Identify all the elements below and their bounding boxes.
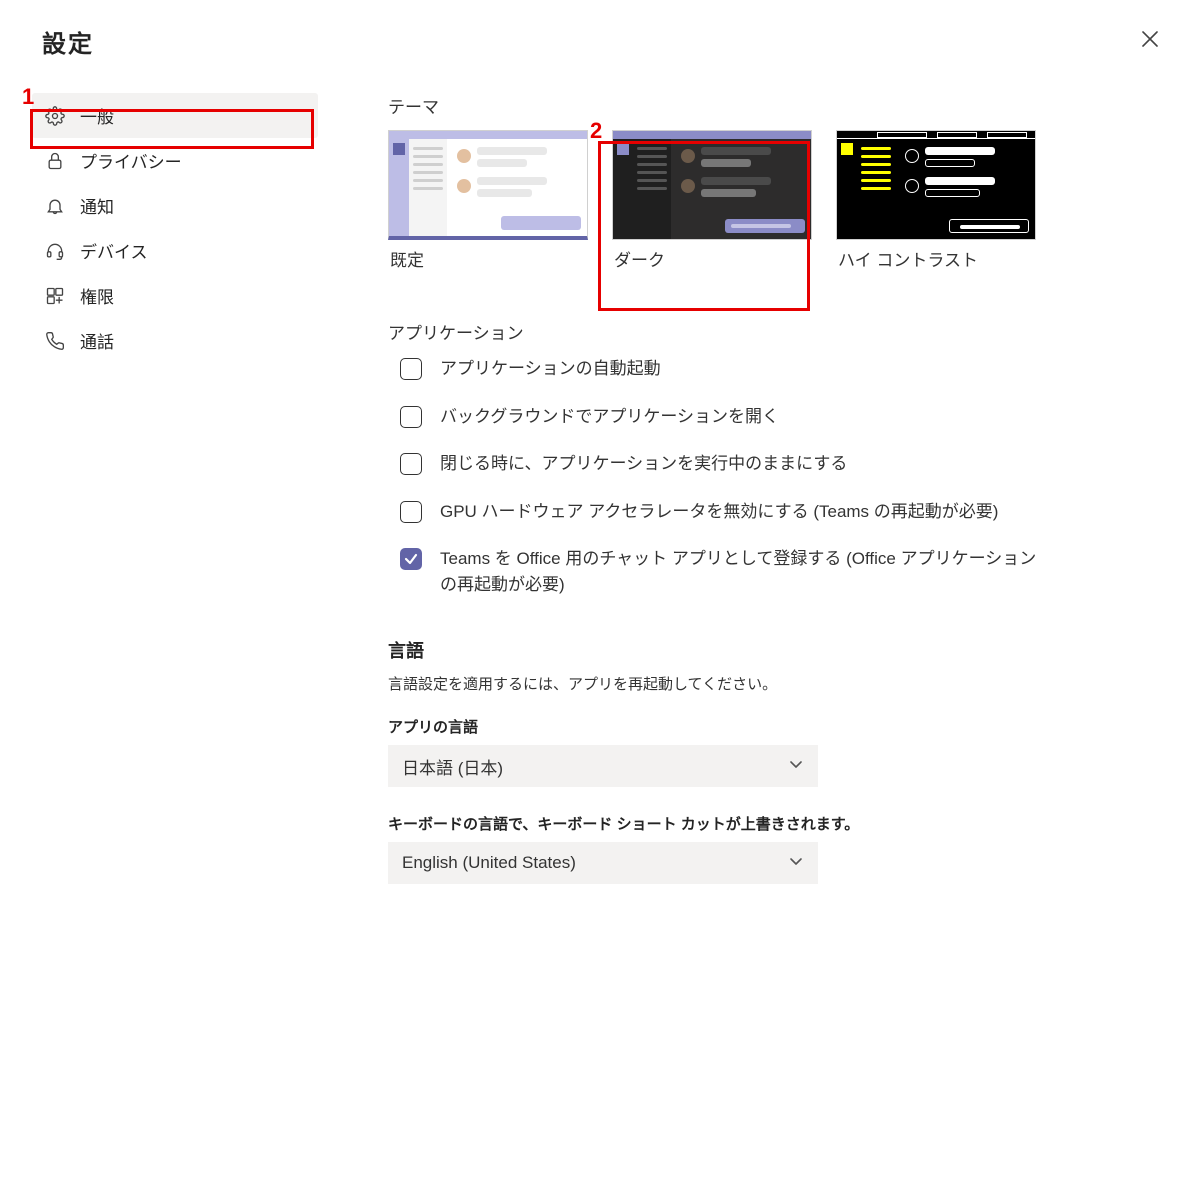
apps-icon (44, 285, 66, 307)
app-language-select[interactable]: 日本語 (日本) (388, 745, 818, 787)
checkbox-auto-start[interactable] (400, 358, 422, 380)
lock-icon (44, 150, 66, 172)
sidebar-item-general[interactable]: 一般 (32, 93, 318, 138)
sidebar-item-privacy[interactable]: プライバシー (32, 138, 318, 183)
sidebar-item-label: デバイス (80, 238, 148, 263)
theme-option-dark[interactable]: ダーク (612, 130, 812, 271)
checkbox-label: アプリケーションの自動起動 (440, 356, 661, 382)
select-value: English (United States) (402, 853, 576, 873)
application-heading: アプリケーション (388, 319, 1158, 344)
gear-icon (44, 105, 66, 127)
theme-label: 既定 (388, 240, 588, 271)
checkbox-register-office-chat[interactable] (400, 548, 422, 570)
language-heading: 言語 (388, 637, 1158, 663)
checkbox-open-in-background[interactable] (400, 406, 422, 428)
theme-option-high-contrast[interactable]: ハイ コントラスト (836, 130, 1036, 271)
theme-label: ハイ コントラスト (836, 240, 1036, 271)
headset-icon (44, 240, 66, 262)
close-button[interactable] (1136, 28, 1164, 56)
checkbox-label: 閉じる時に、アプリケーションを実行中のままにする (440, 451, 847, 477)
checkbox-label: Teams を Office 用のチャット アプリとして登録する (Office… (440, 546, 1040, 597)
close-icon (1141, 30, 1159, 53)
sidebar-item-notifications[interactable]: 通知 (32, 183, 318, 228)
sidebar-item-label: プライバシー (80, 148, 182, 173)
theme-label: ダーク (612, 240, 812, 271)
checkbox-disable-gpu[interactable] (400, 501, 422, 523)
chevron-down-icon (788, 756, 804, 777)
select-value: 日本語 (日本) (402, 754, 503, 779)
checkbox-keep-running-on-close[interactable] (400, 453, 422, 475)
sidebar-item-label: 通話 (80, 328, 114, 353)
settings-sidebar: 一般 プライバシー 通知 デバイス 権限 (32, 93, 318, 910)
checkbox-label: バックグラウンドでアプリケーションを開く (440, 404, 779, 430)
keyboard-language-select[interactable]: English (United States) (388, 842, 818, 884)
sidebar-item-label: 通知 (80, 193, 114, 218)
checkbox-label: GPU ハードウェア アクセラレータを無効にする (Teams の再起動が必要) (440, 499, 998, 525)
settings-main: テーマ (318, 93, 1158, 910)
sidebar-item-label: 権限 (80, 283, 114, 308)
theme-thumbnail-default (388, 130, 588, 240)
language-help-text: 言語設定を適用するには、アプリを再起動してください。 (388, 673, 1158, 694)
sidebar-item-devices[interactable]: デバイス (32, 228, 318, 273)
app-language-label: アプリの言語 (388, 716, 1158, 737)
chevron-down-icon (788, 853, 804, 874)
sidebar-item-label: 一般 (80, 103, 114, 128)
page-title: 設定 (42, 24, 94, 59)
sidebar-item-permissions[interactable]: 権限 (32, 273, 318, 318)
bell-icon (44, 195, 66, 217)
theme-option-default[interactable]: 既定 (388, 130, 588, 271)
theme-heading: テーマ (388, 93, 1158, 118)
keyboard-language-label: キーボードの言語で、キーボード ショート カットが上書きされます。 (388, 813, 1158, 834)
sidebar-item-calls[interactable]: 通話 (32, 318, 318, 363)
phone-icon (44, 330, 66, 352)
theme-thumbnail-high-contrast (836, 130, 1036, 240)
theme-thumbnail-dark (612, 130, 812, 240)
